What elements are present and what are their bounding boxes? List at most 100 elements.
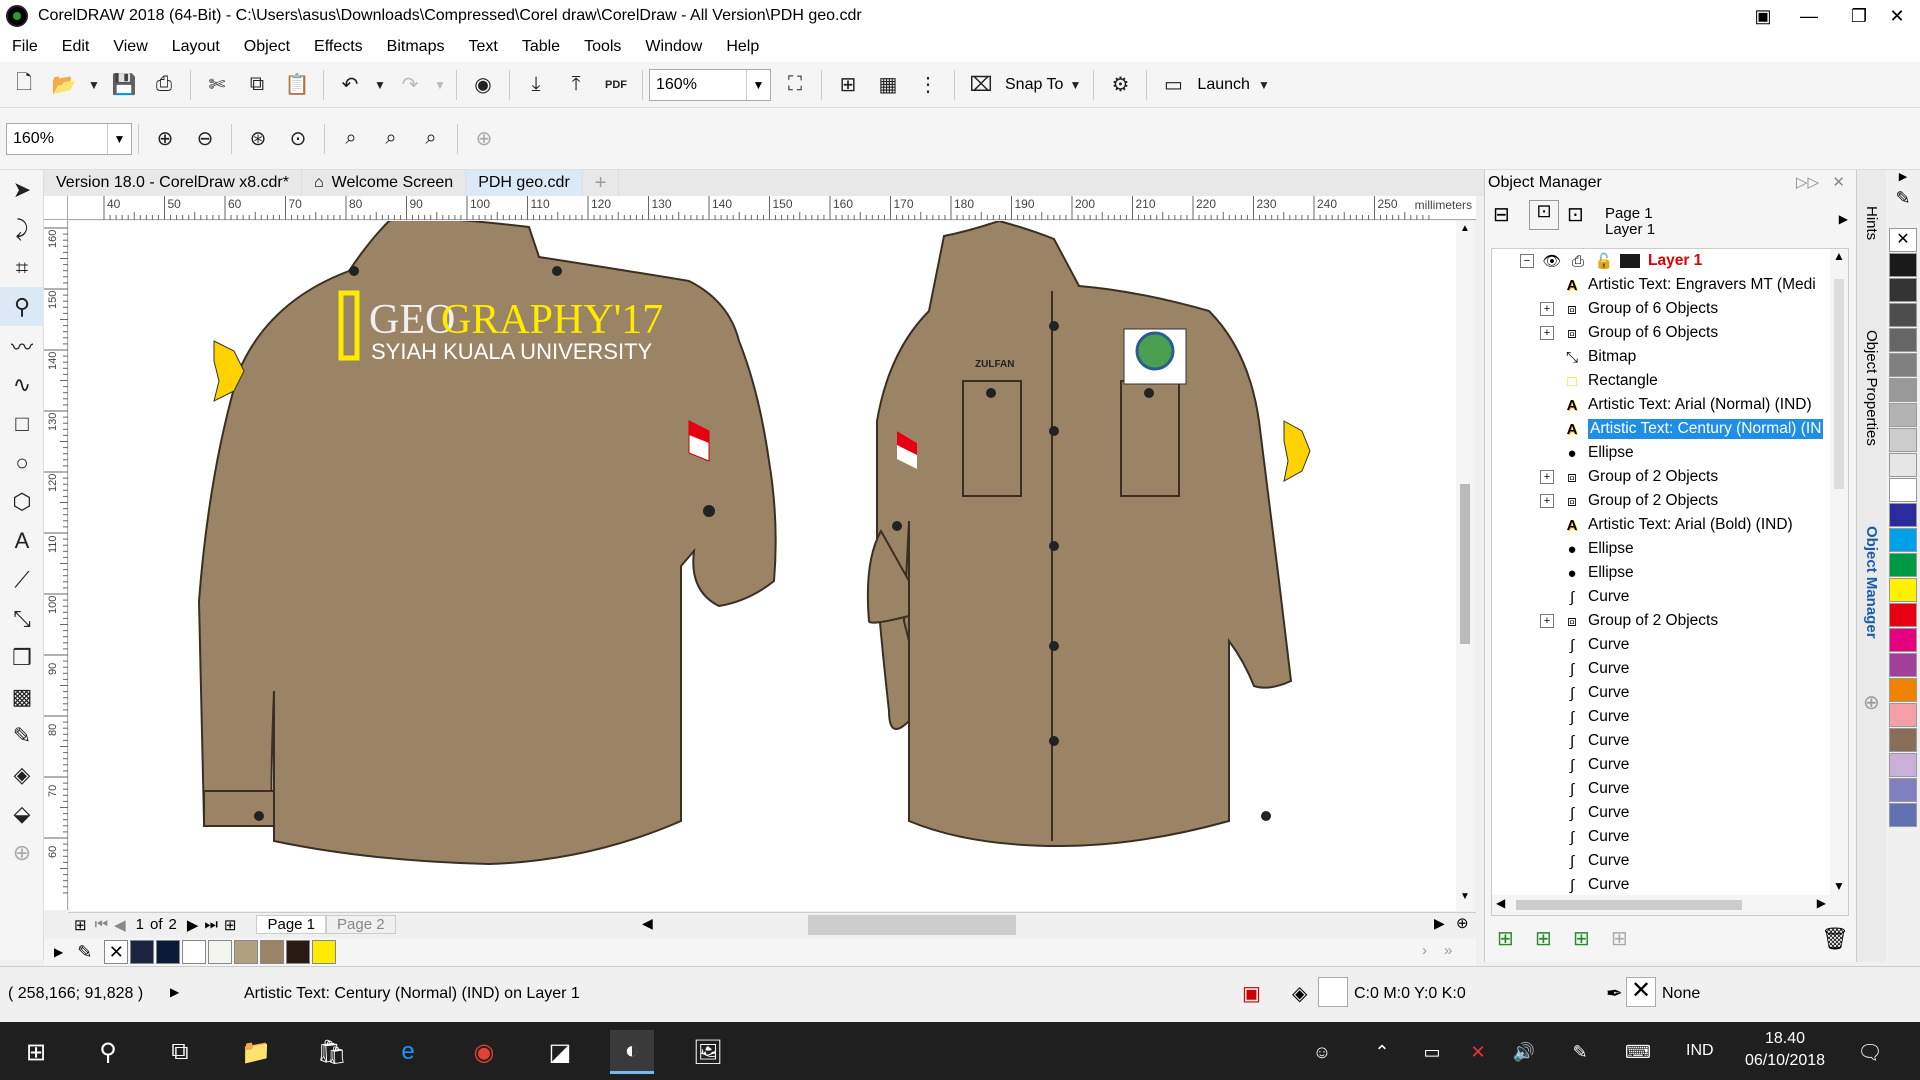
search-content-icon[interactable]: ◉ <box>465 67 501 103</box>
object-row[interactable]: ∫ Curve <box>1492 705 1848 729</box>
paste-icon[interactable]: 📋 <box>279 67 315 103</box>
snap-to-button[interactable]: Snap To <box>1005 76 1063 94</box>
ruler-origin[interactable] <box>44 196 68 220</box>
copy-icon[interactable]: ⧉ <box>239 67 275 103</box>
show-object-properties-icon[interactable]: ⊡ <box>1529 200 1559 230</box>
page-tab-1[interactable]: Page 1 <box>256 915 327 934</box>
edge-browser-icon[interactable]: e <box>386 1030 430 1074</box>
file-explorer-icon[interactable]: 📁 <box>234 1030 278 1074</box>
object-row[interactable]: A Artistic Text: Arial (Normal) (IND) <box>1492 393 1848 417</box>
palette-scroll-right-icon[interactable]: › <box>1422 942 1427 959</box>
color-swatch[interactable] <box>286 940 311 964</box>
color-swatch[interactable] <box>1889 328 1917 352</box>
color-swatch[interactable]: ✕ <box>104 940 129 964</box>
launch-dropdown-icon[interactable]: ▼ <box>1252 67 1276 103</box>
horizontal-ruler[interactable]: 40 50 60 70 80 90 100 110 120 130 140 150 160 170 180 1… <box>68 196 1476 220</box>
color-swatch[interactable] <box>1889 403 1917 427</box>
photo-app-icon[interactable]: 🖼 <box>686 1030 730 1074</box>
object-row[interactable]: + ⧈ Group of 6 Objects <box>1492 297 1848 321</box>
new-tab-plus-icon[interactable]: + <box>583 170 620 196</box>
battery-icon[interactable]: ▭ <box>1410 1030 1454 1074</box>
show-guidelines-icon[interactable]: ⋮ <box>910 67 946 103</box>
object-row[interactable]: ● Ellipse <box>1492 441 1848 465</box>
print-icon[interactable]: ⎙ <box>146 67 182 103</box>
save-icon[interactable]: 💾 <box>106 67 142 103</box>
zoom-to-all-objects-icon[interactable]: ⊙ <box>280 121 316 157</box>
tab-welcome-screen[interactable]: ⌂ Welcome Screen <box>302 170 467 196</box>
eyedropper-icon[interactable]: ✎ <box>77 942 92 963</box>
object-row[interactable]: ∫ Curve <box>1492 585 1848 609</box>
scroll-left-icon[interactable]: ◀ <box>642 915 653 932</box>
color-swatch[interactable] <box>312 940 337 964</box>
artistic-media-tool-icon[interactable]: ∿ <box>0 365 44 404</box>
current-page[interactable]: 1 <box>136 916 144 933</box>
next-page-icon[interactable]: ▶ <box>187 916 199 934</box>
color-swatch[interactable] <box>1889 778 1917 802</box>
zoom-level-combo[interactable]: 160% ▼ <box>649 68 771 101</box>
zoom-to-height-icon[interactable]: ⌕ <box>413 121 449 157</box>
open-dropdown-icon[interactable]: ▼ <box>86 67 102 103</box>
pen-workspace-icon[interactable]: ✎ <box>1558 1030 1602 1074</box>
object-row[interactable]: ∫ Curve <box>1492 825 1848 849</box>
color-swatch[interactable] <box>1889 728 1917 752</box>
freehand-tool-icon[interactable]: 〰 <box>0 326 44 365</box>
network-icon[interactable]: ✕ <box>1456 1030 1500 1074</box>
expand-icon[interactable]: + <box>1540 302 1554 316</box>
scroll-up-icon[interactable]: ▲ <box>1830 249 1848 263</box>
object-row[interactable]: ● Ellipse <box>1492 537 1848 561</box>
zoom-in-icon[interactable]: ⊕ <box>147 121 183 157</box>
expand-icon[interactable]: + <box>1540 614 1554 628</box>
language-indicator[interactable]: IND <box>1686 1042 1714 1060</box>
color-swatch[interactable] <box>1889 303 1917 327</box>
object-row[interactable]: ∫ Curve <box>1492 657 1848 681</box>
menu-window[interactable]: Window <box>633 38 714 56</box>
first-page-icon[interactable]: ⏮ <box>95 916 109 933</box>
outline-pen-icon[interactable]: ✒ <box>1606 981 1623 1006</box>
edit-across-layers-icon[interactable]: ⊡ <box>1567 202 1584 227</box>
coreldraw-taskbar-icon[interactable]: ◐ <box>610 1030 654 1074</box>
object-row[interactable]: □ Rectangle <box>1492 369 1848 393</box>
tree-scroll-thumb[interactable] <box>1834 279 1844 489</box>
color-swatch[interactable] <box>1889 353 1917 377</box>
object-row[interactable]: ∫ Curve <box>1492 777 1848 801</box>
color-swatch[interactable] <box>182 940 207 964</box>
add-page-before-icon[interactable]: ⊞ <box>74 916 87 934</box>
export-icon[interactable]: ⤒ <box>558 67 594 103</box>
color-swatch[interactable] <box>1889 278 1917 302</box>
object-row[interactable]: ∫ Curve <box>1492 753 1848 777</box>
scroll-down-icon[interactable]: ▼ <box>1830 879 1848 893</box>
chevron-down-icon[interactable]: ▼ <box>107 123 131 154</box>
scroll-right-icon[interactable]: ▶ <box>1817 896 1826 910</box>
new-master-layer-odd-icon[interactable]: ⊞ <box>1611 926 1628 951</box>
object-row[interactable]: ∫ Curve <box>1492 633 1848 657</box>
zoom-level-combo-2[interactable]: 160% ▼ <box>6 122 132 155</box>
color-swatch[interactable] <box>208 940 233 964</box>
object-row[interactable]: A Artistic Text: Arial (Bold) (IND) <box>1492 513 1848 537</box>
zoom-out-icon[interactable]: ⊖ <box>187 121 223 157</box>
color-swatch[interactable] <box>1889 578 1917 602</box>
action-center-icon[interactable]: 🗨 <box>1848 1030 1892 1074</box>
color-swatch[interactable] <box>1889 553 1917 577</box>
scroll-left-icon[interactable]: ◀ <box>1496 896 1505 910</box>
fill-color-swatch[interactable] <box>1318 977 1348 1007</box>
object-row[interactable]: + ⧈ Group of 6 Objects <box>1492 321 1848 345</box>
docker-collapse-icon[interactable]: ▷▷ <box>1796 173 1819 191</box>
full-screen-preview-icon[interactable]: ⛶ <box>777 67 813 103</box>
tab-object-properties[interactable]: Object Properties <box>1863 330 1880 446</box>
pick-tool-icon[interactable]: ➤ <box>0 170 44 209</box>
object-row[interactable]: A Artistic Text: Engravers MT (Medi <box>1492 273 1848 297</box>
tree-h-scroll-thumb[interactable] <box>1516 900 1742 910</box>
import-icon[interactable]: ⤓ <box>518 67 554 103</box>
object-row[interactable]: ∫ Curve <box>1492 849 1848 873</box>
color-swatch[interactable] <box>1889 428 1917 452</box>
tab-version-18[interactable]: Version 18.0 - CorelDraw x8.cdr* <box>44 170 302 196</box>
expand-icon[interactable]: + <box>1540 494 1554 508</box>
horizontal-scroll-thumb[interactable] <box>808 915 1016 935</box>
scroll-down-icon[interactable]: ▼ <box>1456 891 1474 909</box>
status-expand-icon[interactable]: ▶ <box>170 985 179 999</box>
object-row[interactable]: A Artistic Text: Century (Normal) (IN <box>1492 417 1848 441</box>
zoom-to-page-icon[interactable]: ⌕ <box>333 121 369 157</box>
page-tab-2[interactable]: Page 2 <box>326 915 396 934</box>
color-swatch[interactable]: ✕ <box>1889 228 1917 252</box>
color-swatch[interactable] <box>1889 628 1917 652</box>
